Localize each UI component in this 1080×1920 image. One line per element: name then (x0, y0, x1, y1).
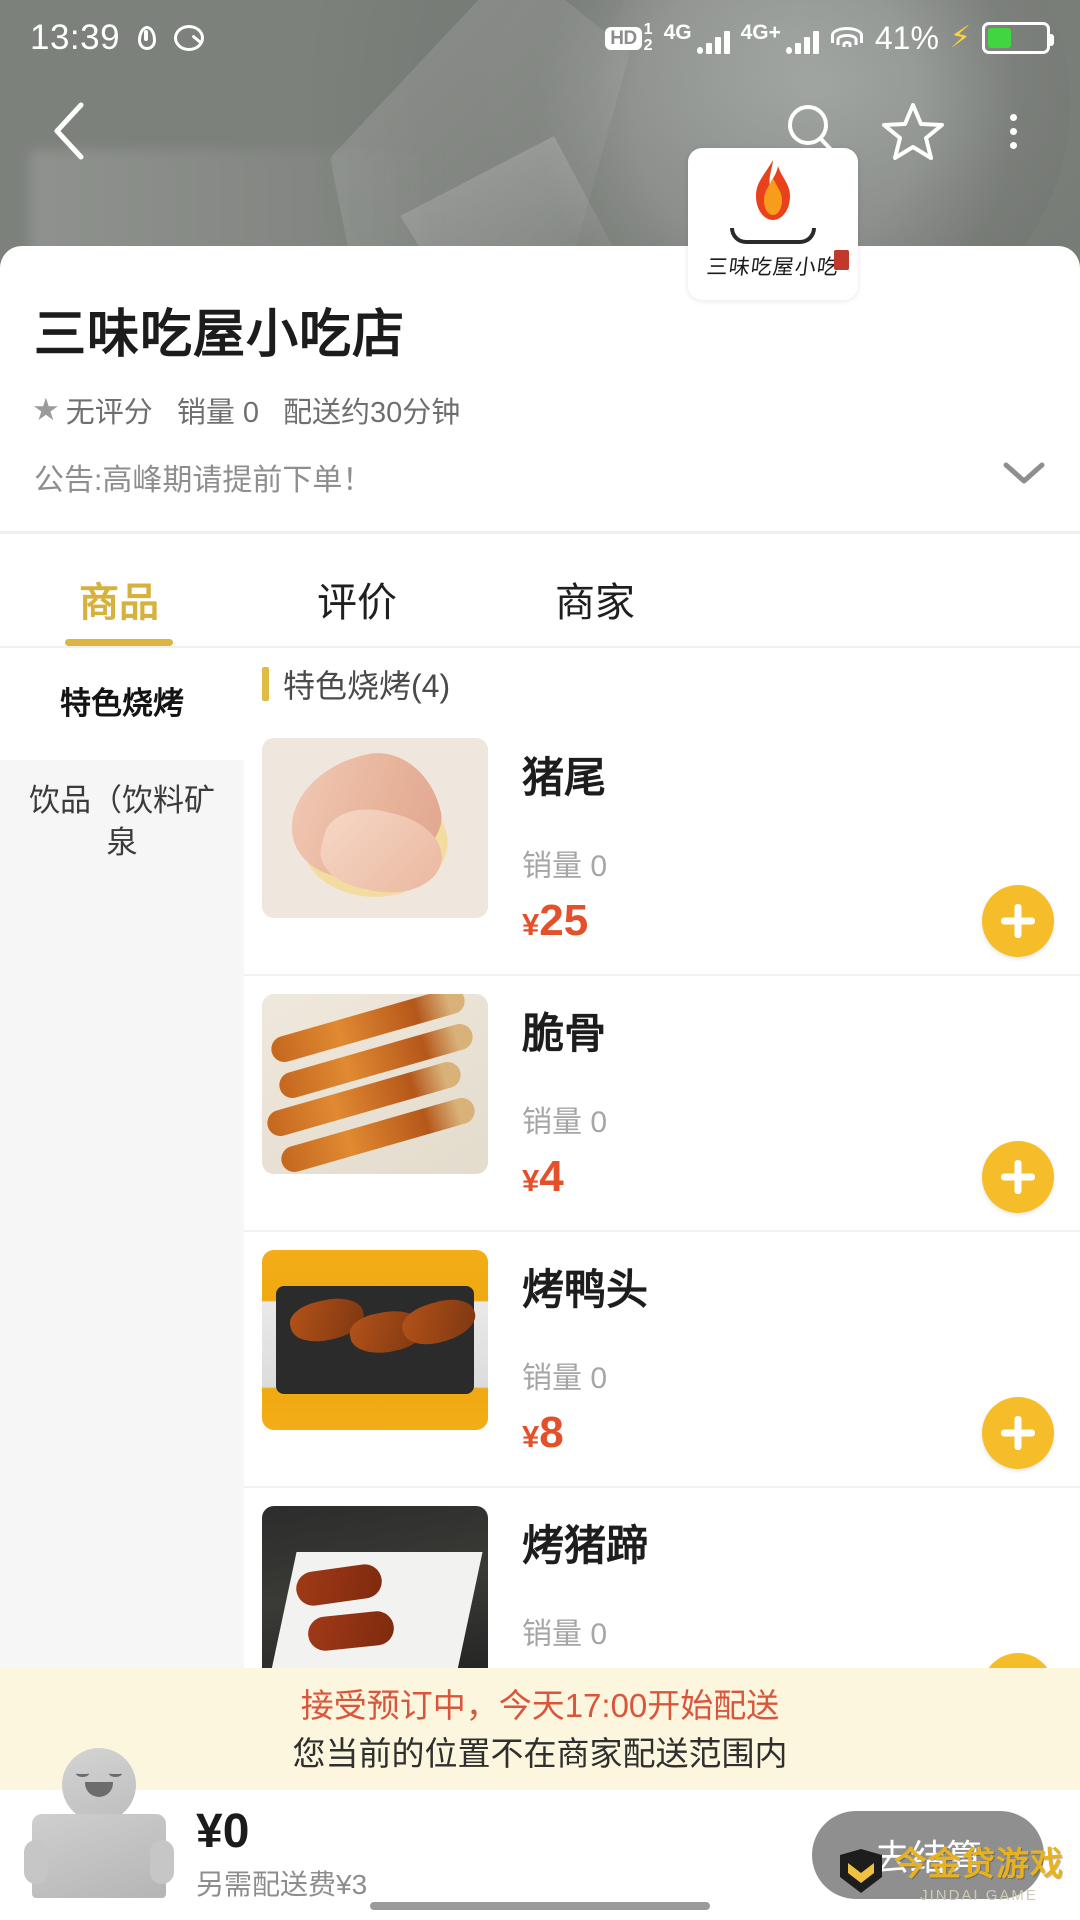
status-bar-right: HD 1 2 4G 4G+ 41% ⚡ (605, 20, 1050, 57)
table-row[interactable]: 烤鸭头 销量 0 ¥8 (244, 1232, 1080, 1488)
product-info: 烤鸭头 销量 0 ¥8 (488, 1250, 1054, 1468)
shop-name: 三味吃屋小吃店 (0, 246, 1080, 367)
sidebar-item-drinks[interactable]: 饮品（饮料矿泉 (0, 760, 244, 884)
product-name: 烤猪蹄 (522, 1512, 1054, 1573)
shop-rating: 无评分 (66, 389, 153, 431)
hd-sim-numbers: 1 2 (644, 22, 653, 54)
signal-sim1-icon: 4G (664, 22, 730, 54)
tab-merchant[interactable]: 商家 (476, 570, 714, 646)
hd-label: HD (605, 27, 641, 50)
app-screen: 13:39 HD 1 2 4G 4G+ 41% ⚡ (0, 0, 1080, 1920)
product-bottom-row: ¥8 (522, 1397, 1054, 1469)
star-outline-icon[interactable] (880, 98, 946, 164)
plus-circle-icon[interactable] (982, 885, 1054, 957)
flame-icon (742, 158, 804, 232)
currency-symbol: ¥ (522, 1163, 539, 1198)
status-time: 13:39 (30, 18, 120, 58)
product-sales: 销量 0 (522, 1609, 1054, 1653)
price-value: 25 (539, 896, 588, 945)
alarm-icon (134, 24, 160, 52)
site-watermark: 今金贷游戏 JINDAI GAME (838, 1837, 1064, 1904)
status-bar: 13:39 HD 1 2 4G 4G+ 41% ⚡ (0, 0, 1080, 76)
product-list: 特色烧烤(4) 猪尾 销量 0 ¥25 (244, 648, 1080, 1794)
plus-circle-icon[interactable] (982, 1397, 1054, 1469)
pig-tail-photo[interactable] (262, 738, 488, 918)
more-vertical-icon[interactable] (980, 98, 1046, 164)
signal-bars-1 (697, 30, 730, 54)
shop-meta-row: ★ 无评分 销量 0 配送约30分钟 (0, 367, 1080, 431)
charging-bolt-icon: ⚡ (950, 23, 971, 53)
hd-sim2: 2 (644, 38, 653, 54)
signal-bars-2 (786, 30, 819, 54)
tab-reviews[interactable]: 评价 (238, 570, 476, 646)
chat-bubble-icon (174, 25, 204, 51)
signal-sim2-icon: 4G+ (741, 22, 819, 54)
currency-symbol: ¥ (522, 907, 539, 942)
product-bottom-row: ¥25 (522, 885, 1054, 957)
top-nav-bar (0, 76, 1080, 186)
watermark-title: 今金贷游戏 (894, 1837, 1064, 1885)
network-type-2: 4G+ (741, 22, 781, 43)
product-group-title: 特色烧烤(4) (283, 661, 450, 707)
product-price: ¥8 (522, 1408, 564, 1458)
roast-pig-trotter-photo[interactable] (262, 1506, 488, 1686)
product-name: 脆骨 (522, 1000, 1054, 1061)
shop-logo-text: 三味吃屋小吃 (705, 251, 841, 281)
shop-info-sheet: 三味吃屋小吃店 ★ 无评分 销量 0 配送约30分钟 公告:高峰期请提前下单！ … (0, 246, 1080, 1794)
star-filled-icon: ★ (32, 392, 60, 428)
product-sales: 销量 0 (522, 1097, 1054, 1141)
battery-icon (982, 22, 1050, 54)
plus-circle-icon[interactable] (982, 1141, 1054, 1213)
sidebar-item-bbq[interactable]: 特色烧烤 (0, 648, 244, 760)
battery-percent: 41% (875, 20, 939, 57)
product-name: 烤鸭头 (522, 1256, 1054, 1317)
product-name: 猪尾 (522, 744, 1054, 805)
hd-sim1: 1 (644, 22, 653, 38)
network-type-1: 4G (664, 22, 692, 43)
notice-preorder-text: 接受预订中，今天17:00开始配送 (0, 1682, 1080, 1730)
crispy-bone-skewer-photo[interactable] (262, 994, 488, 1174)
section-tabs: 商品 评价 商家 (0, 534, 1080, 646)
group-accent-bar (262, 667, 269, 701)
product-info: 猪尾 销量 0 ¥25 (488, 738, 1054, 956)
hd-volte-icon: HD 1 2 (605, 22, 652, 54)
delivery-rider-icon[interactable] (24, 1748, 174, 1898)
product-price: ¥4 (522, 1152, 564, 1202)
home-indicator (370, 1902, 710, 1910)
price-value: 4 (539, 1152, 563, 1201)
cart-delivery-fee: 另需配送费¥3 (196, 1863, 367, 1903)
currency-symbol: ¥ (522, 1419, 539, 1454)
shop-notice-row[interactable]: 公告:高峰期请提前下单！ (0, 431, 1080, 499)
shop-notice-text: 公告:高峰期请提前下单！ (34, 455, 372, 499)
watermark-text: 今金贷游戏 JINDAI GAME (894, 1837, 1064, 1904)
cart-total: ¥0 (196, 1807, 367, 1857)
product-sales: 销量 0 (522, 841, 1054, 885)
status-bar-left: 13:39 (30, 18, 204, 58)
product-info: 脆骨 销量 0 ¥4 (488, 994, 1054, 1212)
menu-content: 特色烧烤 饮品（饮料矿泉 特色烧烤(4) 猪尾 销量 0 (0, 648, 1080, 1794)
chevron-down-icon[interactable] (1002, 460, 1046, 494)
jindai-shield-icon (838, 1847, 884, 1895)
table-row[interactable]: 猪尾 销量 0 ¥25 (244, 720, 1080, 976)
tab-products[interactable]: 商品 (0, 570, 238, 646)
shop-sales: 销量 0 (177, 389, 259, 431)
price-value: 8 (539, 1408, 563, 1457)
table-row[interactable]: 脆骨 销量 0 ¥4 (244, 976, 1080, 1232)
cart-summary: ¥0 另需配送费¥3 (196, 1807, 367, 1903)
shop-delivery-time: 配送约30分钟 (283, 389, 460, 431)
seal-stamp-icon (834, 250, 849, 270)
category-sidebar: 特色烧烤 饮品（饮料矿泉 (0, 648, 244, 1794)
product-bottom-row: ¥4 (522, 1141, 1054, 1213)
roast-duck-head-photo[interactable] (262, 1250, 488, 1430)
back-chevron-icon[interactable] (34, 96, 104, 166)
wifi-icon (830, 25, 864, 51)
product-sales: 销量 0 (522, 1353, 1054, 1397)
shop-logo-card[interactable]: 三味吃屋小吃 (688, 148, 858, 300)
product-group-header: 特色烧烤(4) (244, 648, 1080, 720)
watermark-subtitle: JINDAI GAME (920, 1887, 1038, 1904)
product-price: ¥25 (522, 896, 588, 946)
